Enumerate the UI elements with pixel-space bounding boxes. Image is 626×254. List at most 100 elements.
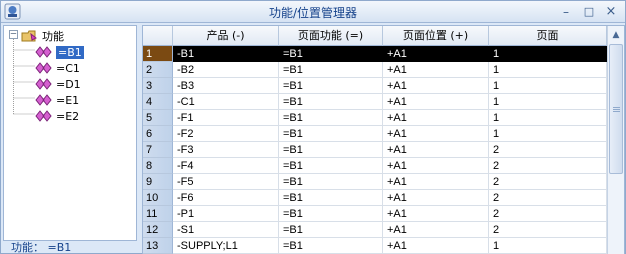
tree-item-label: =B1: [56, 45, 84, 59]
cell-page-location[interactable]: +A1: [383, 238, 489, 254]
close-button[interactable]: ×: [603, 4, 619, 20]
tree-item-c1[interactable]: =C1: [35, 60, 80, 76]
cell-page-location[interactable]: +A1: [383, 46, 489, 62]
tree-item-label: =C1: [56, 61, 80, 75]
cell-page[interactable]: 2: [489, 158, 607, 174]
tree-item-label: =D1: [56, 77, 81, 91]
tree-item-label: =E2: [56, 109, 80, 123]
row-number[interactable]: 7: [143, 142, 173, 158]
tree-connector-lines: [13, 39, 35, 115]
row-number[interactable]: 9: [143, 174, 173, 190]
cell-page-location[interactable]: +A1: [383, 158, 489, 174]
tree-root-function[interactable]: 功能: [21, 28, 64, 44]
cell-page-function[interactable]: =B1: [279, 142, 383, 158]
column-header-page-location[interactable]: 页面位置 (+): [383, 26, 489, 46]
cell-page-location[interactable]: +A1: [383, 174, 489, 190]
diamond-function-icon: [35, 46, 52, 58]
cell-page[interactable]: 2: [489, 222, 607, 238]
cell-product[interactable]: -F4: [173, 158, 279, 174]
cell-product[interactable]: -F6: [173, 190, 279, 206]
collapse-icon[interactable]: –: [9, 30, 18, 39]
function-location-manager-window: 功能/位置管理器 – □ × – 功能 =B1 =C1 =D1 =E1 =E2 …: [0, 0, 626, 254]
cell-page-location[interactable]: +A1: [383, 110, 489, 126]
cell-page-location[interactable]: +A1: [383, 78, 489, 94]
status-current-function: 功能： =B1: [11, 241, 72, 254]
cell-page-function[interactable]: =B1: [279, 206, 383, 222]
scroll-thumb[interactable]: [609, 44, 623, 174]
cell-page[interactable]: 2: [489, 142, 607, 158]
cell-page[interactable]: 1: [489, 110, 607, 126]
cell-page-function[interactable]: =B1: [279, 94, 383, 110]
cell-product[interactable]: -B1: [173, 46, 279, 62]
cell-page[interactable]: 1: [489, 238, 607, 254]
row-number[interactable]: 4: [143, 94, 173, 110]
cell-page[interactable]: 2: [489, 174, 607, 190]
cell-product[interactable]: -F1: [173, 110, 279, 126]
vertical-scrollbar[interactable]: ▲: [607, 26, 624, 254]
column-header-product[interactable]: 产品 (-): [173, 26, 279, 46]
cell-page[interactable]: 1: [489, 126, 607, 142]
cell-product[interactable]: -B3: [173, 78, 279, 94]
tree-root-label: 功能: [42, 30, 64, 43]
cell-product[interactable]: -S1: [173, 222, 279, 238]
cell-page-function[interactable]: =B1: [279, 62, 383, 78]
maximize-button[interactable]: □: [581, 4, 597, 20]
row-number[interactable]: 2: [143, 62, 173, 78]
cell-page[interactable]: 1: [489, 62, 607, 78]
row-number[interactable]: 5: [143, 110, 173, 126]
cell-page-location[interactable]: +A1: [383, 94, 489, 110]
cell-page[interactable]: 2: [489, 190, 607, 206]
row-number[interactable]: 8: [143, 158, 173, 174]
cell-product[interactable]: -F2: [173, 126, 279, 142]
column-header-page-function[interactable]: 页面功能 (=): [279, 26, 383, 46]
row-number[interactable]: 3: [143, 78, 173, 94]
tree-item-e2[interactable]: =E2: [35, 108, 79, 124]
row-number[interactable]: 6: [143, 126, 173, 142]
diamond-function-icon: [35, 78, 52, 90]
cell-page-function[interactable]: =B1: [279, 238, 383, 254]
corner-header: [143, 26, 173, 46]
cell-page-function[interactable]: =B1: [279, 78, 383, 94]
cell-product[interactable]: -C1: [173, 94, 279, 110]
minimize-button[interactable]: –: [558, 4, 574, 20]
cell-product[interactable]: -F3: [173, 142, 279, 158]
cell-page-function[interactable]: =B1: [279, 174, 383, 190]
cell-page-location[interactable]: +A1: [383, 62, 489, 78]
cell-page-location[interactable]: +A1: [383, 222, 489, 238]
window-title: 功能/位置管理器: [268, 6, 358, 20]
cell-page-location[interactable]: +A1: [383, 142, 489, 158]
cell-page[interactable]: 1: [489, 78, 607, 94]
row-number[interactable]: 11: [143, 206, 173, 222]
cell-page-function[interactable]: =B1: [279, 190, 383, 206]
tree-item-e1[interactable]: =E1: [35, 92, 79, 108]
cell-page-location[interactable]: +A1: [383, 126, 489, 142]
function-folder-icon: [21, 30, 37, 42]
grip-line: [613, 107, 620, 108]
diamond-function-icon: [35, 94, 52, 106]
cell-product[interactable]: -B2: [173, 62, 279, 78]
cell-page-location[interactable]: +A1: [383, 206, 489, 222]
row-number[interactable]: 1: [143, 46, 173, 62]
cell-product[interactable]: -SUPPLY;L1: [173, 238, 279, 254]
diamond-function-icon: [35, 110, 52, 122]
scroll-up-icon[interactable]: ▲: [609, 28, 623, 42]
cell-page-function[interactable]: =B1: [279, 110, 383, 126]
cell-page-function[interactable]: =B1: [279, 222, 383, 238]
cell-page-location[interactable]: +A1: [383, 190, 489, 206]
cell-page-function[interactable]: =B1: [279, 46, 383, 62]
cell-page[interactable]: 1: [489, 94, 607, 110]
tree-item-d1[interactable]: =D1: [35, 76, 81, 92]
cell-page-function[interactable]: =B1: [279, 158, 383, 174]
tree-item-b1[interactable]: =B1: [35, 44, 84, 60]
row-number[interactable]: 13: [143, 238, 173, 254]
column-header-page[interactable]: 页面: [489, 26, 607, 46]
page-table[interactable]: 产品 (-) 页面功能 (=) 页面位置 (+) 页面 1 -B1 =B1 +A1 1 2…: [142, 25, 625, 254]
function-tree[interactable]: – 功能 =B1 =C1 =D1 =E1 =E2: [3, 25, 137, 241]
row-number[interactable]: 12: [143, 222, 173, 238]
row-number[interactable]: 10: [143, 190, 173, 206]
cell-page[interactable]: 2: [489, 206, 607, 222]
cell-page[interactable]: 1: [489, 46, 607, 62]
cell-product[interactable]: -F5: [173, 174, 279, 190]
cell-product[interactable]: -P1: [173, 206, 279, 222]
cell-page-function[interactable]: =B1: [279, 126, 383, 142]
